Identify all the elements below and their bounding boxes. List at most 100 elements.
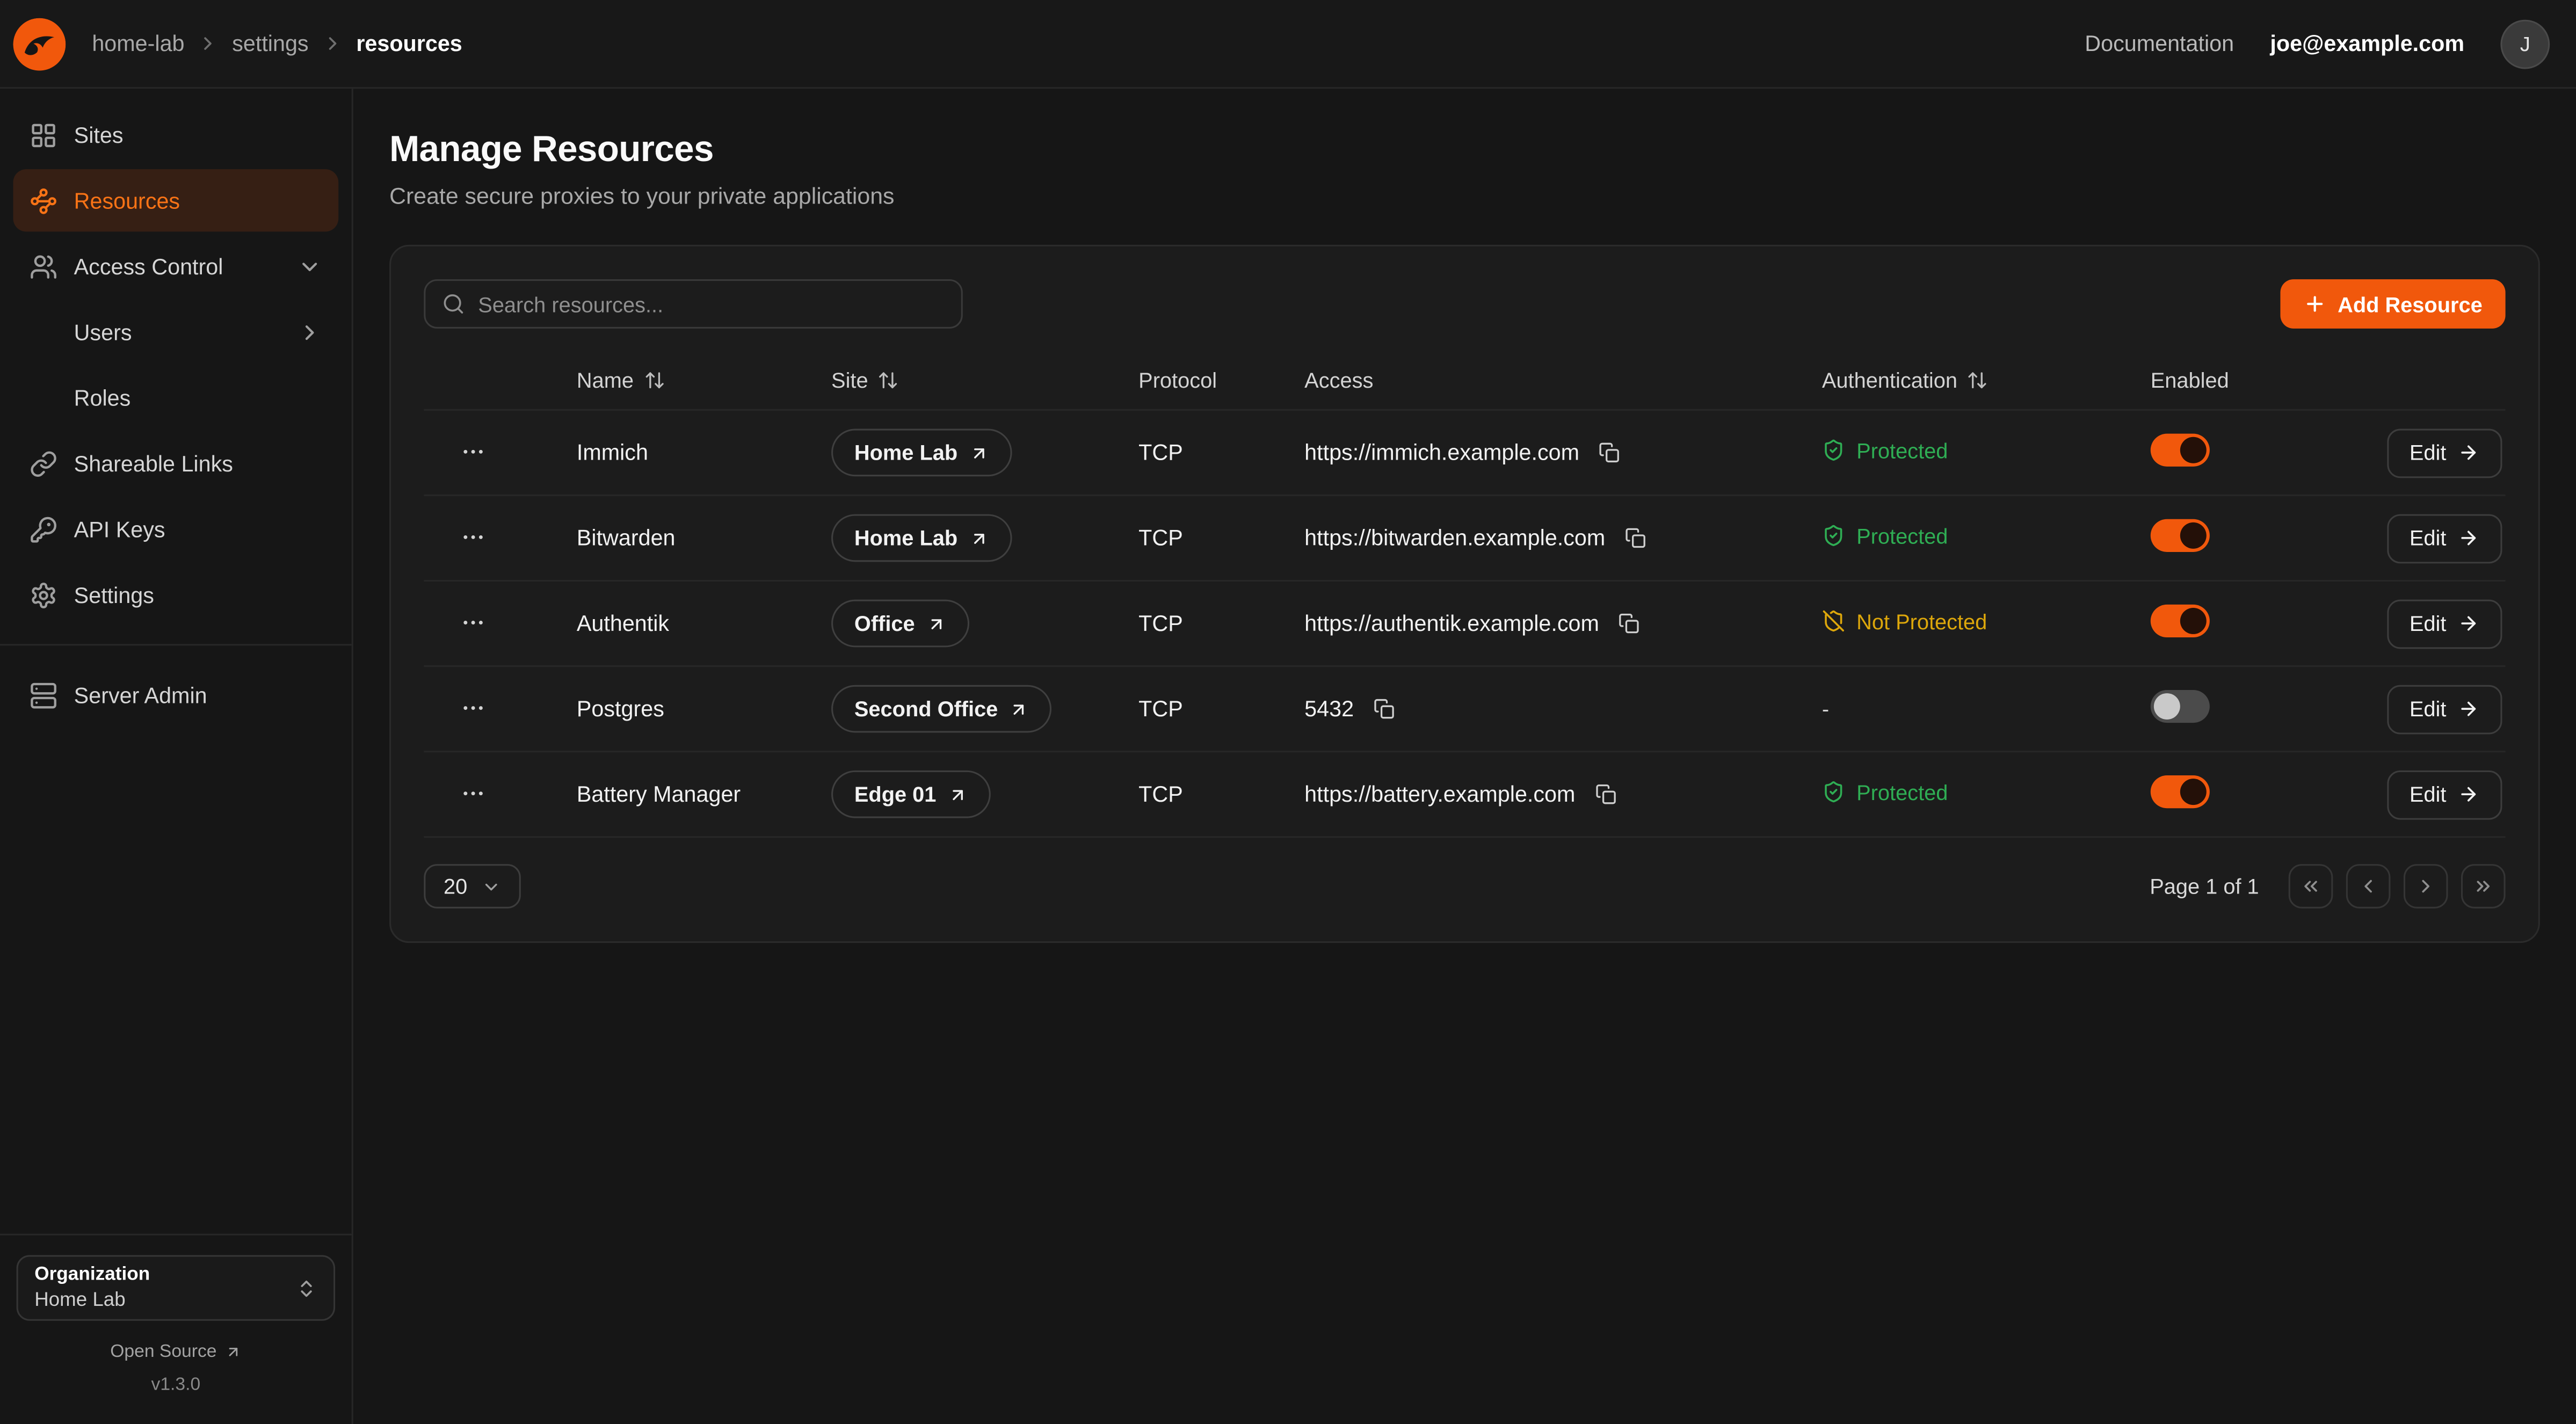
column-header-protocol: Protocol [1138, 368, 1304, 393]
sidebar-item-label: Server Admin [74, 682, 207, 707]
enabled-toggle[interactable] [2151, 434, 2210, 467]
last-page-button[interactable] [2461, 864, 2506, 909]
search-icon [442, 293, 465, 316]
shield-check-icon [1822, 525, 1845, 548]
row-menu-button[interactable] [457, 521, 490, 554]
open-source-link[interactable]: Open Source [17, 1342, 336, 1362]
edit-button[interactable]: Edit [2386, 513, 2502, 563]
ellipsis-icon [460, 780, 487, 807]
previous-page-button[interactable] [2346, 864, 2391, 909]
breadcrumb-link-home-lab[interactable]: home-lab [92, 31, 184, 56]
sidebar-divider [0, 644, 352, 645]
column-header-authentication[interactable]: Authentication [1822, 368, 2151, 393]
breadcrumb-current-resources: resources [356, 31, 462, 56]
arrow-up-right-icon [969, 528, 989, 548]
arrow-up-right-icon [948, 784, 968, 804]
copy-button[interactable] [1615, 609, 1643, 637]
sidebar-item-roles[interactable]: Roles [13, 366, 338, 428]
sidebar-item-label: API Keys [74, 517, 165, 541]
chevron-right-icon [198, 33, 219, 54]
chevron-right-icon [2415, 876, 2436, 897]
row-menu-button[interactable] [457, 435, 490, 468]
main-content: Manage Resources Create secure proxies t… [353, 89, 2576, 1424]
sidebar-item-api-keys[interactable]: API Keys [13, 498, 338, 560]
site-link-button[interactable]: Office [831, 600, 969, 648]
copy-button[interactable] [1596, 439, 1624, 467]
arrow-up-right-icon [926, 614, 946, 634]
avatar[interactable]: J [2500, 19, 2550, 68]
enabled-toggle[interactable] [2151, 605, 2210, 637]
edit-button[interactable]: Edit [2386, 769, 2502, 819]
arrow-right-icon [2458, 783, 2479, 805]
key-icon [30, 515, 57, 543]
add-resource-button[interactable]: Add Resource [2280, 279, 2506, 329]
copy-icon [1374, 698, 1395, 720]
enabled-toggle[interactable] [2151, 775, 2210, 808]
sidebar-item-access-control[interactable]: Access Control [13, 235, 338, 297]
edit-button[interactable]: Edit [2386, 599, 2502, 648]
sidebar: Sites Resources Access Control Users Rol… [0, 89, 353, 1424]
resource-access-url: https://bitwarden.example.com [1304, 526, 1605, 550]
search-input[interactable] [478, 292, 945, 316]
resource-protocol: TCP [1138, 611, 1304, 636]
breadcrumb-link-settings[interactable]: settings [232, 31, 308, 56]
page-title: Manage Resources [389, 128, 2540, 171]
auth-status-badge: Protected [1822, 780, 1948, 804]
edit-button[interactable]: Edit [2386, 428, 2502, 477]
search-box [424, 279, 962, 329]
column-header-enabled: Enabled [2151, 368, 2381, 393]
resource-name: Bitwarden [577, 526, 831, 550]
site-link-button[interactable]: Home Lab [831, 514, 1012, 562]
sidebar-item-resources[interactable]: Resources [13, 169, 338, 231]
copy-button[interactable] [1370, 695, 1398, 723]
link-icon [30, 449, 57, 477]
sidebar-item-label: Sites [74, 122, 124, 147]
resource-protocol: TCP [1138, 526, 1304, 550]
row-menu-button[interactable] [457, 606, 490, 639]
column-header-site[interactable]: Site [831, 368, 1138, 393]
site-link-button[interactable]: Edge 01 [831, 771, 990, 818]
copy-icon [1595, 783, 1616, 805]
shield-check-icon [1822, 781, 1845, 804]
user-email[interactable]: joe@example.com [2270, 31, 2464, 56]
edit-button[interactable]: Edit [2386, 684, 2502, 733]
ellipsis-icon [460, 609, 487, 636]
row-menu-button[interactable] [457, 777, 490, 810]
sidebar-item-shareable-links[interactable]: Shareable Links [13, 432, 338, 495]
site-link-button[interactable]: Home Lab [831, 429, 1012, 477]
page-size-select[interactable]: 20 [424, 864, 521, 909]
organization-select[interactable]: Organization Home Lab [17, 1255, 336, 1320]
resource-access-port: 5432 [1304, 696, 1354, 721]
next-page-button[interactable] [2404, 864, 2448, 909]
open-source-label: Open Source [110, 1342, 216, 1362]
copy-icon [1619, 613, 1641, 634]
enabled-toggle[interactable] [2151, 690, 2210, 723]
sidebar-item-sites[interactable]: Sites [13, 104, 338, 166]
copy-button[interactable] [1592, 780, 1620, 808]
sidebar-item-settings[interactable]: Settings [13, 563, 338, 626]
table-row: Battery Manager Edge 01 TCP https://batt… [424, 752, 2505, 838]
row-menu-button[interactable] [457, 692, 490, 724]
sidebar-item-server-admin[interactable]: Server Admin [13, 664, 338, 726]
copy-icon [1599, 442, 1621, 463]
resource-name: Authentik [577, 611, 831, 636]
app-version: v1.3.0 [17, 1375, 336, 1395]
app-logo[interactable] [13, 17, 66, 70]
enabled-toggle[interactable] [2151, 519, 2210, 552]
resource-access-url: https://battery.example.com [1304, 782, 1575, 807]
documentation-link[interactable]: Documentation [2085, 31, 2234, 56]
first-page-button[interactable] [2289, 864, 2333, 909]
copy-button[interactable] [1622, 524, 1650, 552]
organization-label: Organization [34, 1265, 150, 1285]
sidebar-item-users[interactable]: Users [13, 301, 338, 363]
auth-status-badge: Protected [1822, 438, 1948, 463]
sidebar-item-label: Users [74, 319, 132, 344]
column-header-name[interactable]: Name [577, 368, 831, 393]
site-link-button[interactable]: Second Office [831, 685, 1052, 733]
resource-protocol: TCP [1138, 696, 1304, 721]
resource-access-url: https://immich.example.com [1304, 440, 1579, 465]
arrow-right-icon [2458, 613, 2479, 634]
shield-off-icon [1822, 610, 1845, 633]
resource-name: Immich [577, 440, 831, 465]
chevron-down-icon [297, 254, 322, 279]
